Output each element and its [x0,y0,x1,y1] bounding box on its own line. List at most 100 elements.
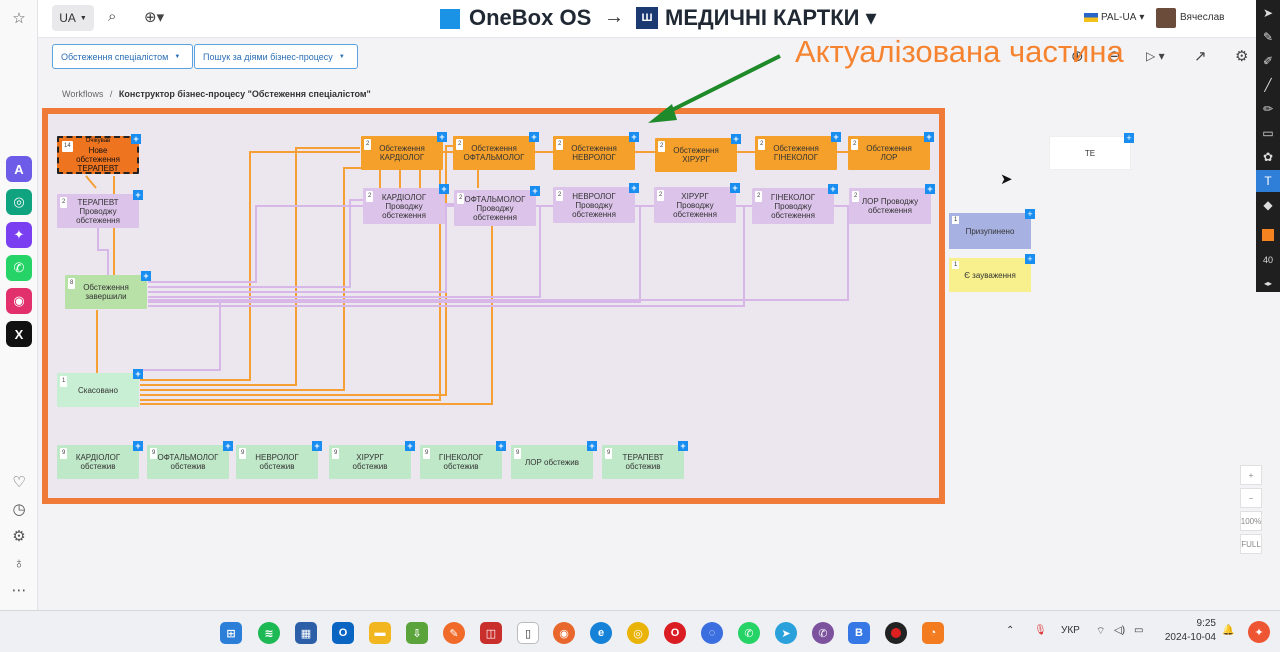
rectangle-icon[interactable]: ▭ [1256,122,1280,144]
node-remarks[interactable]: 1 Є зауваження + [949,254,1035,292]
node-ent-doing[interactable]: 2 ЛОР Проводжу обстеження + [849,184,935,224]
add-icon: + [925,184,935,194]
node-ophthalmologist-done[interactable]: 9 ОФТАЛЬМОЛОГ обстежив + [147,441,233,479]
add-icon: + [529,132,539,142]
node-neurologist-done[interactable]: 9 НЕВРОЛОГ обстежив + [236,441,322,479]
telegram-icon[interactable]: ➤ [775,622,797,644]
node-paused[interactable]: 1 Призупинено + [949,209,1035,249]
windows-start-icon[interactable]: ⊞ [220,622,242,644]
download-icon[interactable]: ⇩ [406,622,428,644]
node-cancelled[interactable]: 1 Скасовано + [57,369,143,407]
recorder-icon[interactable]: ◔ [922,622,944,644]
chevron-up-icon[interactable]: ⌃ [1006,625,1014,636]
add-icon: + [828,184,838,194]
node-therapist-done[interactable]: 9 ТЕРАПЕВТ обстежив + [602,441,688,479]
chrome-icon[interactable]: ◎ [627,622,649,644]
opera-icon[interactable]: O [664,622,686,644]
add-icon: + [1124,133,1134,143]
add-icon: + [405,441,415,451]
annotation-arrow [648,54,781,123]
store-icon[interactable]: ▦ [295,622,317,644]
node-cardiologist-done[interactable]: 9 КАРДІОЛОГ обстежив + [57,441,143,479]
volume-icon[interactable]: ◁) [1114,625,1125,636]
connections [85,54,849,405]
node-finished[interactable]: 8 Обстеження завершили + [65,271,151,309]
drawing-toolbar: ➤ ✎ ✐ ╱ ✏ ▭ ✿ T ◆ 40 ◂▸ [1256,0,1280,292]
add-icon: + [141,271,151,281]
add-icon: + [731,134,741,144]
node-exam-ent[interactable]: 2 Обстеження ЛОР + [848,132,934,170]
add-icon: + [1025,254,1035,264]
add-icon: + [223,441,233,451]
node-cardiologist-doing[interactable]: 2 КАРДІОЛОГ Проводжу обстеження + [363,184,449,224]
notification-bell-icon[interactable]: 🔔 [1222,625,1234,636]
collapse-arrows-icon[interactable]: ◂▸ [1256,272,1280,294]
node-ophthalmologist-doing[interactable]: 2 ОФТАЛЬМОЛОГ Проводжу обстеження + [454,186,540,226]
pen-icon[interactable]: ✎ [1256,26,1280,48]
viber-icon[interactable]: ✆ [812,622,834,644]
node-exam-gynecologist[interactable]: 2 Обстеження ГІНЕКОЛОГ + [755,132,841,170]
node-exam-ophthalmologist[interactable]: 2 Обстеження ОФТАЛЬМОЛОГ + [453,132,539,170]
add-icon: + [133,190,143,200]
text-icon[interactable]: T [1256,170,1280,192]
clock[interactable]: 9:25 2024-10-04 [1160,617,1216,645]
pdf-icon[interactable]: ◫ [480,622,502,644]
wifi-icon[interactable]: ⌔ [1096,625,1105,638]
microphone-icon[interactable]: 🎙 [1034,625,1047,636]
add-icon: + [439,184,449,194]
node-neurologist-doing[interactable]: 2 НЕВРОЛОГ Проводжу обстеження + [553,183,639,223]
bitwarden-icon[interactable]: B [848,622,870,644]
node-te[interactable]: ТЕ + [1049,133,1134,170]
add-icon: + [437,132,447,142]
node-exam-neurologist[interactable]: 2 Обстеження НЕВРОЛОГ + [553,132,639,170]
zoom-plus-button[interactable]: + [1240,465,1262,485]
color-swatch[interactable] [1256,224,1280,246]
add-icon: + [131,134,141,144]
outlook-icon[interactable]: O [332,622,354,644]
mouse-cursor-icon: ➤ [1000,171,1013,188]
zoom-full-button[interactable]: FULL [1240,534,1262,554]
edge-icon[interactable]: e [590,622,612,644]
node-surgeon-doing[interactable]: 2 ХІРУРГ Проводжу обстеження + [654,183,740,223]
eraser-icon[interactable]: ◆ [1256,194,1280,216]
add-icon: + [133,369,143,379]
node-start[interactable]: 14 Очікував Нове обстеження ТЕРАПЕВТ + [57,134,141,174]
copilot-icon[interactable]: ✦ [1248,621,1270,643]
add-icon: + [629,132,639,142]
whatsapp-taskbar-icon[interactable]: ✆ [738,622,760,644]
pointer-icon[interactable]: ➤ [1256,2,1280,24]
keyboard-language[interactable]: УКР [1061,625,1080,636]
zoom-minus-button[interactable]: − [1240,488,1262,508]
taskbar: ⊞ ≋ ▦ O ▬ ⇩ ✎ ◫ ▯ ◉ e ◎ O ◌ ✆ ➤ ✆ B ◔ ⌃ … [0,610,1280,652]
spotify-icon[interactable]: ≋ [258,622,280,644]
node-exam-cardiologist[interactable]: 2 Обстеження КАРДІОЛОГ + [361,132,447,170]
add-icon: + [924,132,934,142]
signal-icon[interactable]: ◌ [701,622,723,644]
node-gynecologist-doing[interactable]: 2 ГІНЕКОЛОГ Проводжу обстеження + [752,184,838,224]
add-icon: + [496,441,506,451]
add-icon: + [530,186,540,196]
line-icon[interactable]: ╱ [1256,74,1280,96]
add-icon: + [730,183,740,193]
add-icon: + [831,132,841,142]
add-icon: + [1025,209,1035,219]
node-ent-done[interactable]: 9 ЛОР обстежив + [511,441,597,479]
node-therapist-doing[interactable]: 2 ТЕРАПЕВТ Проводжу обстеження + [57,190,143,228]
zoom-100-button[interactable]: 100% [1240,511,1262,531]
files-icon[interactable]: ▬ [369,622,391,644]
brush-icon[interactable]: ✏ [1256,98,1280,120]
annotation-text: Актуалізована частина [795,34,1124,69]
add-icon: + [133,441,143,451]
node-exam-surgeon[interactable]: 2 Обстеження ХІРУРГ + [655,134,741,172]
record-icon[interactable] [885,622,907,644]
stroke-size[interactable]: 40 [1256,249,1280,271]
battery-icon[interactable]: ▭ [1134,625,1143,636]
marker-icon[interactable]: ✐ [1256,50,1280,72]
add-icon: + [312,441,322,451]
app-icon[interactable]: ✎ [443,622,465,644]
node-surgeon-done[interactable]: 9 ХІРУРГ обстежив + [329,441,415,479]
spray-icon[interactable]: ✿ [1256,146,1280,168]
firefox-icon[interactable]: ◉ [553,622,575,644]
document-icon[interactable]: ▯ [517,622,539,644]
node-gynecologist-done[interactable]: 9 ГІНЕКОЛОГ обстежив + [420,441,506,479]
